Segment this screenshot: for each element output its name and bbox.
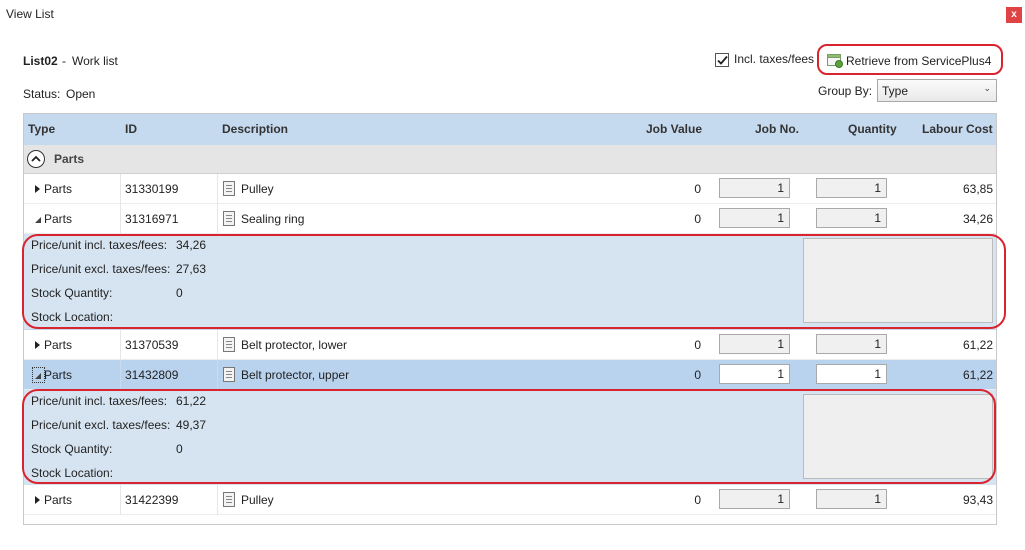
checkmark-icon [717,55,728,65]
title-bar: View List x [0,0,1025,30]
detail-value-price-incl: 61,22 [176,394,207,408]
window-title: View List [6,7,54,21]
detail-value-stock-qty: 0 [176,286,183,300]
notes-box[interactable] [803,238,993,323]
table-row[interactable]: Parts 31316971 Sealing ring 0 1 1 34,26 [24,204,996,234]
detail-label-stock-loc: Stock Location: [31,466,114,480]
job-no-input[interactable]: 1 [719,178,790,198]
grid-header: Type ID Description Job Value Job No. Qu… [24,114,996,145]
quantity-input[interactable]: 1 [816,334,887,354]
group-by-select[interactable]: Type ⌄ [877,79,997,102]
table-row[interactable]: Parts 31330199 Pulley 0 1 1 63,85 [24,174,996,204]
incl-taxes-checkbox[interactable] [715,53,729,67]
document-icon [223,367,235,382]
cell-labour-cost: 34,26 [962,212,993,226]
cell-job-value: 0 [694,338,701,352]
cell-job-value: 0 [694,368,701,382]
cell-job-value: 0 [694,182,701,196]
quantity-input[interactable]: 1 [816,208,887,228]
retrieve-icon [827,54,843,68]
cell-labour-cost: 61,22 [962,338,993,352]
list-separator: - [62,54,66,68]
column-header-labour-cost[interactable]: Labour Cost [922,122,993,136]
job-no-input[interactable]: 1 [719,489,790,509]
column-header-job-no[interactable]: Job No. [755,122,799,136]
cell-description: Belt protector, upper [241,368,350,382]
document-icon [223,211,235,226]
close-button[interactable]: x [1006,7,1022,23]
table-row[interactable]: Parts 31422399 Pulley 0 1 1 93,43 [24,485,996,515]
cell-type: Parts [44,338,73,352]
cell-id: 31422399 [125,493,179,507]
collapse-row-icon[interactable] [33,212,44,226]
chevron-down-icon: ⌄ [983,83,991,93]
cell-id: 31432809 [125,368,179,382]
group-row-parts: Parts [24,145,996,174]
detail-value-stock-qty: 0 [176,442,183,456]
detail-label-price-incl: Price/unit incl. taxes/fees: [31,394,168,408]
retrieve-button[interactable]: Retrieve from ServicePlus4 [822,48,1000,74]
cell-id: 31316971 [125,212,179,226]
cell-description: Pulley [241,493,274,507]
document-icon [223,181,235,196]
collapse-group-icon[interactable] [27,150,45,168]
job-no-input[interactable]: 1 [719,364,790,384]
notes-box[interactable] [803,394,993,479]
detail-label-stock-loc: Stock Location: [31,310,114,324]
detail-label-price-excl: Price/unit excl. taxes/fees: [31,418,171,432]
status-label: Status: [23,87,61,101]
collapse-row-icon[interactable] [32,367,45,383]
document-icon [223,337,235,352]
cell-labour-cost: 63,85 [962,182,993,196]
detail-label-stock-qty: Stock Quantity: [31,286,113,300]
cell-type: Parts [44,493,73,507]
cell-id: 31330199 [125,182,179,196]
parts-grid: Type ID Description Job Value Job No. Qu… [23,113,997,525]
job-no-input[interactable]: 1 [719,208,790,228]
cell-labour-cost: 61,22 [962,368,993,382]
cell-id: 31370539 [125,338,179,352]
quantity-input[interactable]: 1 [816,489,887,509]
column-header-quantity[interactable]: Quantity [848,122,897,136]
detail-label-price-excl: Price/unit excl. taxes/fees: [31,262,171,276]
status-value: Open [66,87,96,101]
list-description: Work list [72,54,118,68]
cell-job-value: 0 [694,493,701,507]
column-header-id[interactable]: ID [125,122,137,136]
cell-type: Parts [44,182,73,196]
detail-value-price-incl: 34,26 [176,238,207,252]
detail-value-price-excl: 49,37 [176,418,207,432]
row-detail-panel: Price/unit incl. taxes/fees: 34,26 Price… [24,234,996,330]
expand-row-icon[interactable] [33,493,44,507]
row-detail-panel: Price/unit incl. taxes/fees: 61,22 Price… [24,390,996,486]
job-no-input[interactable]: 1 [719,334,790,354]
group-by-label: Group By: [818,84,873,98]
cell-description: Pulley [241,182,274,196]
cell-description: Sealing ring [241,212,305,226]
column-header-type[interactable]: Type [28,122,55,136]
quantity-input[interactable]: 1 [816,178,887,198]
column-header-job-value[interactable]: Job Value [646,122,702,136]
table-row[interactable]: Parts 31370539 Belt protector, lower 0 1… [24,330,996,360]
expand-row-icon[interactable] [33,182,44,196]
detail-label-price-incl: Price/unit incl. taxes/fees: [31,238,168,252]
expand-row-icon[interactable] [33,338,44,352]
incl-taxes-label: Incl. taxes/fees [734,52,815,66]
group-by-value: Type [882,84,909,98]
list-name: List02 [23,54,58,68]
document-icon [223,492,235,507]
quantity-input[interactable]: 1 [816,364,887,384]
detail-value-price-excl: 27,63 [176,262,207,276]
detail-label-stock-qty: Stock Quantity: [31,442,113,456]
group-label: Parts [54,152,85,166]
cell-type: Parts [44,212,73,226]
cell-job-value: 0 [694,212,701,226]
table-row-selected[interactable]: Parts 31432809 Belt protector, upper 0 1… [24,360,996,390]
retrieve-button-label: Retrieve from ServicePlus4 [846,54,992,68]
cell-labour-cost: 93,43 [962,493,993,507]
column-header-description[interactable]: Description [222,122,288,136]
cell-type: Parts [44,368,73,382]
cell-description: Belt protector, lower [241,338,348,352]
